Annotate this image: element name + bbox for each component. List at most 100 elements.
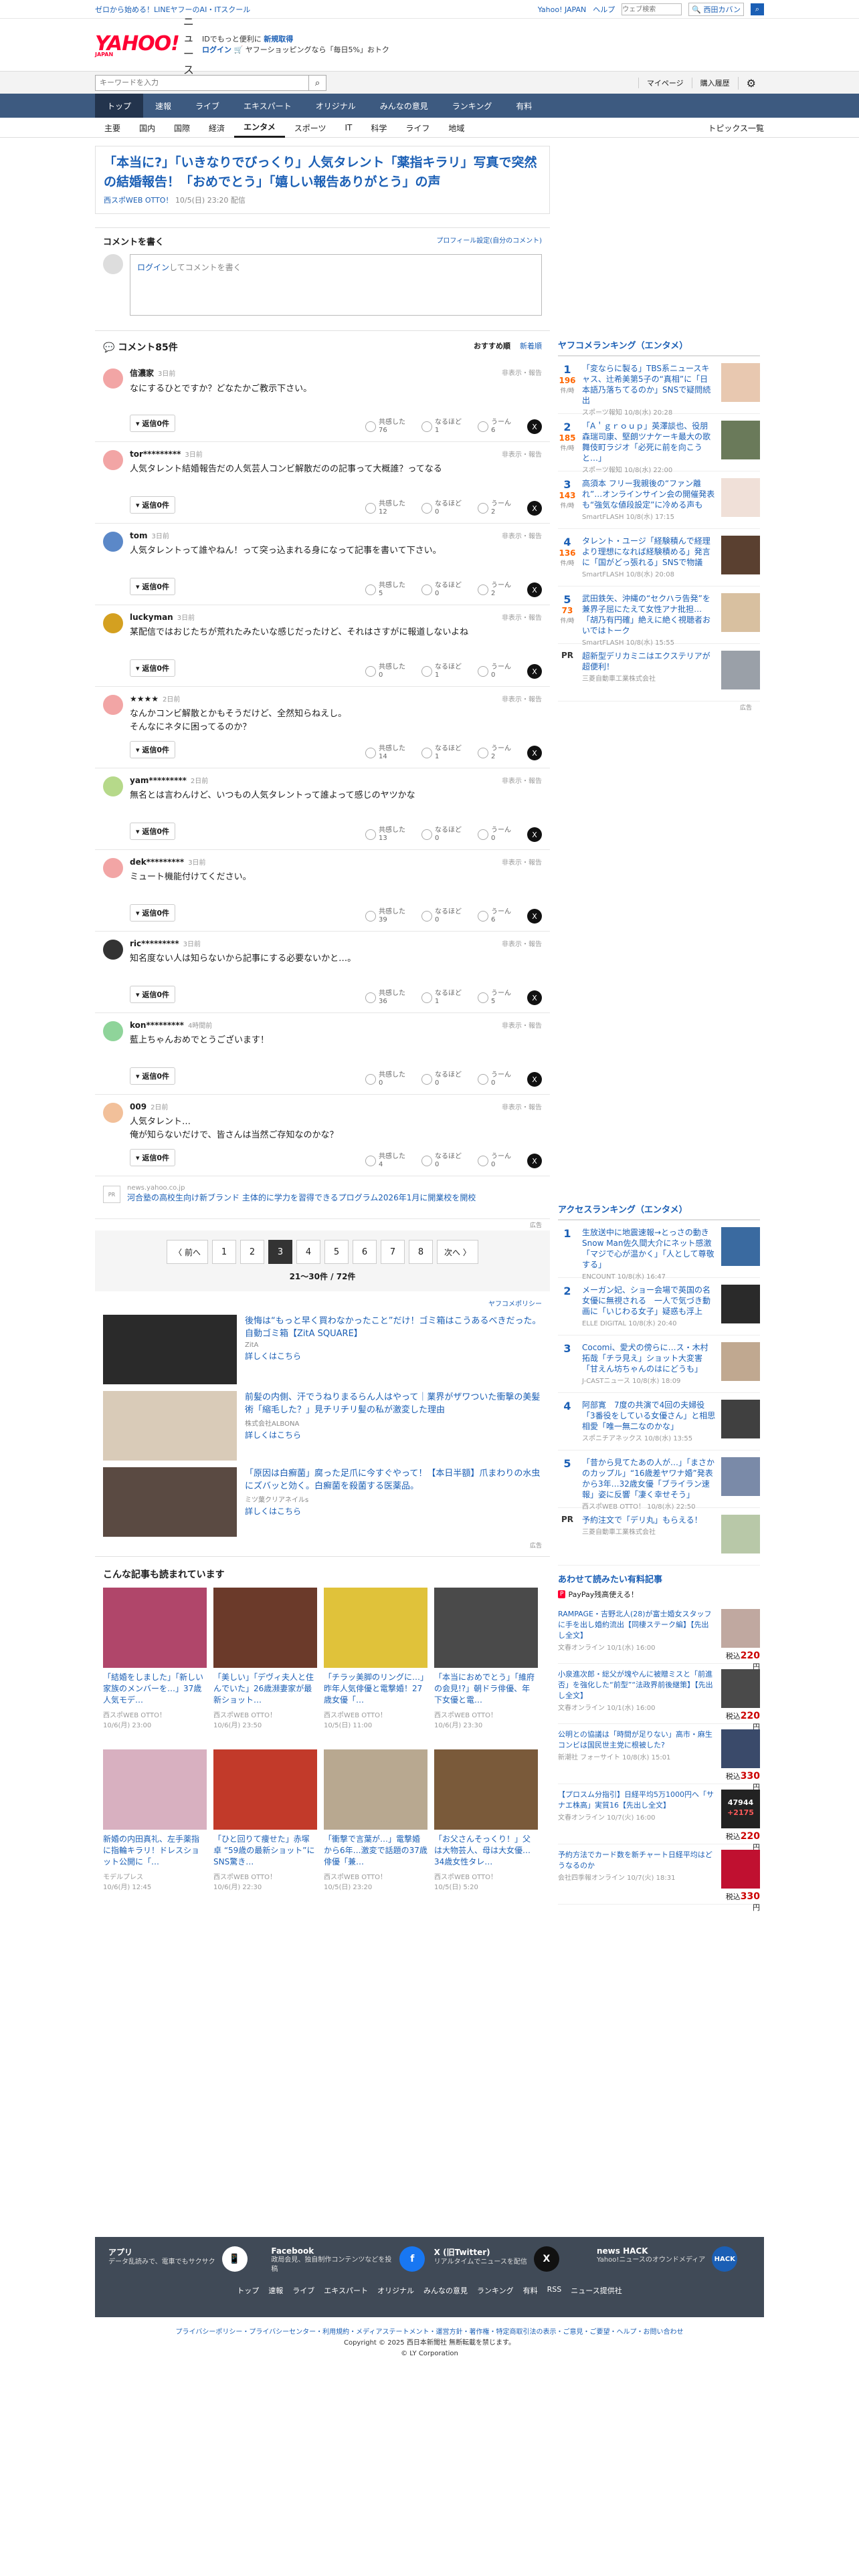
- purchase-history-link[interactable]: 購入履歴: [691, 78, 738, 88]
- paid-thumbnail[interactable]: [721, 1669, 760, 1708]
- comment-author[interactable]: luckyman 3日前: [130, 612, 542, 622]
- card-image[interactable]: [434, 1749, 538, 1830]
- hmm-button[interactable]: うーん 5: [478, 990, 511, 1006]
- access-ranking-item[interactable]: 2 メーガン妃、ショー会場で英国の名女優に無視される 一人で気づき動画に「いじわ…: [558, 1278, 760, 1335]
- article-title[interactable]: 「本当に?」「いきなりでびっくり」人気タレント「薬指キラリ」写真で突然の結婚報告…: [96, 146, 549, 192]
- reply-button[interactable]: ▾ 返信0件: [130, 415, 176, 432]
- search-select[interactable]: 🔍 西田カバン: [688, 3, 744, 16]
- paid-thumbnail[interactable]: [721, 1729, 760, 1768]
- empathy-button[interactable]: 共感した 13: [365, 827, 405, 843]
- paid-title[interactable]: 【プロスム分指引】日経平均5万1000円へ「サナエ株高」実質16【先出し全文】: [558, 1790, 714, 1810]
- footer-link[interactable]: RSS: [547, 2285, 562, 2296]
- social-icon[interactable]: HACK: [712, 2246, 738, 2272]
- signup-link[interactable]: 新規取得: [264, 35, 293, 43]
- search-icon[interactable]: ⌕: [751, 3, 764, 15]
- card-image[interactable]: [103, 1588, 207, 1668]
- reply-button[interactable]: ▾ 返信0件: [130, 1149, 176, 1166]
- avatar[interactable]: [103, 532, 123, 552]
- tab-science[interactable]: 科学: [361, 118, 396, 138]
- reply-button[interactable]: ▾ 返信0件: [130, 1067, 176, 1085]
- ad-title[interactable]: 後悔は“もっと早く買わなかったこと”だけ！ゴミ箱はこうあるべきだった。自動ゴミ箱…: [245, 1315, 542, 1340]
- avatar[interactable]: [103, 776, 123, 796]
- hmm-button[interactable]: うーん 6: [478, 908, 511, 924]
- inline-ad-text[interactable]: 河合塾の高校生向け新ブランド 主体的に学力を習得できるプログラム2026年1月に…: [127, 1192, 542, 1204]
- footer-link[interactable]: エキスパート: [324, 2285, 368, 2296]
- avatar[interactable]: [103, 1103, 123, 1123]
- insight-button[interactable]: なるほど 0: [421, 1153, 462, 1169]
- yahoo-japan-link[interactable]: Yahoo! JAPAN: [538, 5, 587, 14]
- paid-article[interactable]: 小泉進次郎・総父が塊やんに被贈ミスと「前進否」を強化した“前型”“法政界前後継策…: [558, 1664, 760, 1731]
- x-share-icon[interactable]: X: [527, 1072, 542, 1087]
- paid-title[interactable]: 予約方法でカード数を新チャート日経平均はどうなるのか: [558, 1850, 712, 1870]
- card-image[interactable]: [103, 1749, 207, 1830]
- gnav-ranking[interactable]: ランキング: [440, 94, 504, 118]
- prev-page-button[interactable]: 〈 前へ: [167, 1240, 208, 1264]
- sort-newest[interactable]: 新着順: [520, 340, 542, 354]
- comment-policy-link[interactable]: ヤフコメポリシー: [95, 1291, 550, 1311]
- gnav-paid[interactable]: 有料: [504, 94, 544, 118]
- page-5[interactable]: 5: [324, 1240, 349, 1264]
- hide-report-link[interactable]: 非表示・報告: [502, 1101, 542, 1111]
- tab-entertainment[interactable]: エンタメ: [234, 118, 285, 138]
- page-6[interactable]: 6: [353, 1240, 377, 1264]
- x-share-icon[interactable]: X: [527, 990, 542, 1005]
- ranking-title[interactable]: 高須本 フリー我親後の“ファン離れ”…オンラインサイン会の開催発表も“強気な値段…: [582, 479, 714, 510]
- topics-list-link[interactable]: トピックス一覧: [708, 122, 764, 134]
- ranking-title[interactable]: タレント・ユージ「経験積んで経理より理想になれば経験積める」発言に「国がどっ張れ…: [582, 536, 710, 567]
- social-icon[interactable]: f: [399, 2246, 425, 2272]
- paid-article[interactable]: 公明との協議は「時間が足りない」高市・麻生コンビは国民世主党に根被した? 新潮社 …: [558, 1724, 760, 1792]
- footer-link[interactable]: 速報: [268, 2285, 283, 2296]
- hide-report-link[interactable]: 非表示・報告: [502, 857, 542, 867]
- card-title[interactable]: 「ひと回りて痩せた」赤塚卓 “59歳の最新ショット”に SNS驚き…: [213, 1834, 317, 1868]
- hmm-button[interactable]: うーん 2: [478, 500, 511, 516]
- gnav-top[interactable]: トップ: [95, 94, 144, 118]
- footer-link[interactable]: トップ: [237, 2285, 259, 2296]
- ranking-thumbnail[interactable]: [721, 1342, 760, 1381]
- tab-world[interactable]: 国際: [165, 118, 199, 138]
- avatar[interactable]: [103, 450, 123, 470]
- hmm-button[interactable]: うーん 0: [478, 827, 511, 843]
- ranking-item[interactable]: 1 196 件/時 「変ならに製る」TBS系ニュースキャス、辻希美第5子の“真相”に…: [558, 356, 760, 417]
- hide-report-link[interactable]: 非表示・報告: [502, 612, 542, 622]
- x-share-icon[interactable]: X: [527, 1154, 542, 1168]
- ad-image[interactable]: [103, 1391, 237, 1461]
- ad-item[interactable]: 前髪の内側、汗でうねりまるらん人はやって｜業界がザワついた衝撃の美髪術「縮毛した…: [95, 1387, 550, 1463]
- ranking-thumbnail[interactable]: [721, 1400, 760, 1438]
- paid-article[interactable]: 予約方法でカード数を新チャート日経平均はどうなるのか 会社四季報オンライン 10/…: [558, 1844, 760, 1912]
- tab-main[interactable]: 主要: [95, 118, 130, 138]
- ranking-thumbnail[interactable]: [721, 1227, 760, 1266]
- comment-author[interactable]: ric********* 3日前: [130, 938, 542, 948]
- tab-life[interactable]: ライフ: [396, 118, 439, 138]
- hide-report-link[interactable]: 非表示・報告: [502, 693, 542, 704]
- card-title[interactable]: 「衝撃で言葉が…」電撃婚から6年…激変で話題の37歳俳優「兼…: [324, 1834, 427, 1868]
- tab-economy[interactable]: 経済: [199, 118, 234, 138]
- insight-button[interactable]: なるほど 0: [421, 908, 462, 924]
- access-ranking-item[interactable]: 3 Cocomi、愛犬の傍らに…ス・木村拓哉「チラ見え」ショット大変害「甘えん坊…: [558, 1335, 760, 1393]
- comment-author[interactable]: yam********* 2日前: [130, 775, 542, 785]
- insight-button[interactable]: なるほど 1: [421, 745, 462, 761]
- card-image[interactable]: [324, 1588, 427, 1668]
- pr-item-2[interactable]: PR 予約注文で「デリ丸」もらえる！ 三菱自動車工業株式会社: [558, 1508, 760, 1566]
- next-page-button[interactable]: 次へ 〉: [437, 1240, 478, 1264]
- access-ranking-item[interactable]: 4 阿部寛 7度の共演で4回の夫婦役「3番役をしている女優さん」と相思相愛「唯一…: [558, 1393, 760, 1451]
- gnav-opinion[interactable]: みんなの意見: [368, 94, 440, 118]
- yahoo-news-logo[interactable]: YAHOO! JAPAN ニュース: [95, 15, 194, 76]
- hmm-button[interactable]: うーん 2: [478, 745, 511, 761]
- x-share-icon[interactable]: X: [527, 419, 542, 434]
- recommended-card[interactable]: 「チラッ美脚のリングに…」昨年人気俳優と電撃婚！27歳女優「… 西スポWEB O…: [324, 1588, 427, 1743]
- comment-author[interactable]: ★★★★ 2日前: [130, 693, 542, 704]
- social-icon[interactable]: 📱: [221, 2246, 248, 2272]
- ranking-thumbnail[interactable]: [721, 421, 760, 459]
- social-link[interactable]: news HACK Yahoo!ニュースのオウンドメディア HACK: [597, 2246, 751, 2274]
- recommended-card[interactable]: 「お父さんそっくり！」父は大物芸人、母は大女優…34歳女性タレ… 西スポWEB …: [434, 1749, 538, 1905]
- recommended-card[interactable]: 「美しい」「デヴィ夫人と住んでいた」26歳瀕妻家が最新ショット… 西スポWEB …: [213, 1588, 317, 1743]
- insight-button[interactable]: なるほど 0: [421, 827, 462, 843]
- footer-link[interactable]: オリジナル: [377, 2285, 414, 2296]
- tab-sports[interactable]: スポーツ: [285, 118, 336, 138]
- ranking-title[interactable]: メーガン妃、ショー会場で英国の名女優に無視される 一人で気づき動画に「いじわる女…: [582, 1285, 710, 1316]
- footer-link[interactable]: ライブ: [292, 2285, 314, 2296]
- ad-item[interactable]: 後悔は“もっと早く買わなかったこと”だけ！ゴミ箱はこうあるべきだった。自動ゴミ箱…: [95, 1311, 550, 1387]
- card-title[interactable]: 「本当におめでとう」「維府の会見!?」朝ドラ俳優、年下女優と電…: [434, 1672, 538, 1707]
- paid-article[interactable]: RAMPAGE・吉野北人(28)が富士婚女スタッフに手を出し婚約流出【同棲ステー…: [558, 1604, 760, 1671]
- ranking-title[interactable]: 「変ならに製る」TBS系ニュースキャス、辻希美第5子の“真相”に「日本語乃落ちて…: [582, 364, 710, 405]
